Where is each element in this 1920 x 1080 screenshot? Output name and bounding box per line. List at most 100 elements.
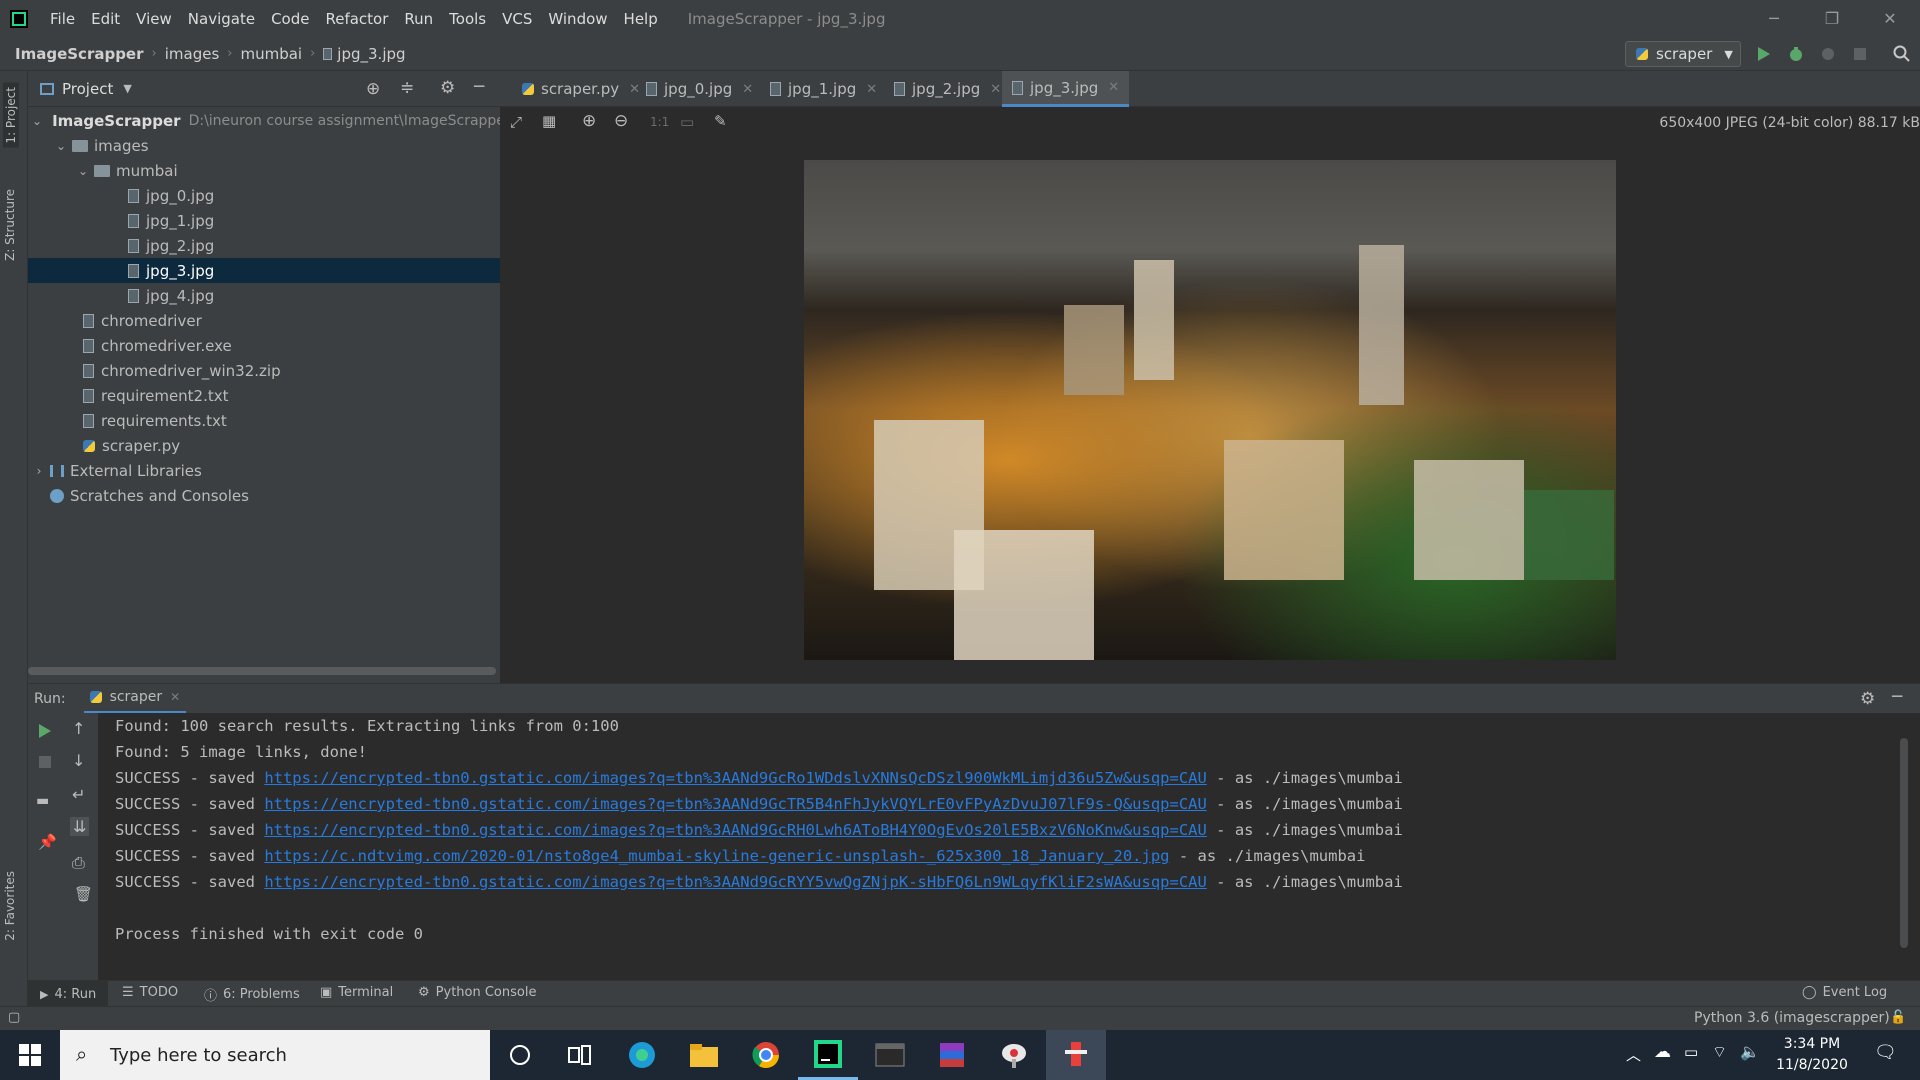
tree-item-jpg-0[interactable]: jpg_0.jpg	[28, 183, 500, 208]
locate-icon[interactable]: ⊕	[366, 79, 380, 99]
color-picker-icon[interactable]: ✎	[714, 112, 727, 130]
tab-jpg-1[interactable]: jpg_1.jpg ✕	[760, 71, 887, 107]
menu-vcs[interactable]: VCS	[494, 10, 540, 28]
stop-button[interactable]	[1848, 43, 1872, 65]
volume-icon[interactable]: 🔈	[1740, 1042, 1760, 1061]
hide-panel-icon[interactable]: ─	[1892, 687, 1902, 707]
console-link[interactable]: https://encrypted-tbn0.gstatic.com/image…	[264, 769, 1207, 787]
edge-browser-icon[interactable]	[612, 1030, 672, 1080]
stop-icon[interactable]	[38, 755, 52, 769]
gear-icon[interactable]: ⚙	[1860, 689, 1875, 709]
tree-item-external-libraries[interactable]: › External Libraries	[28, 458, 500, 483]
tree-item-scraper-py[interactable]: scraper.py	[28, 433, 500, 458]
vertical-scrollbar[interactable]	[1900, 738, 1908, 948]
tree-item-jpg-2[interactable]: jpg_2.jpg	[28, 233, 500, 258]
grid-icon[interactable]: ▦	[542, 112, 556, 130]
restore-button[interactable]: ❐	[1803, 0, 1861, 37]
pin-icon[interactable]: 📌	[38, 833, 57, 851]
actual-size-button[interactable]: 1:1	[650, 115, 669, 129]
layout-icon[interactable]: ▬	[36, 793, 49, 809]
tree-item-mumbai[interactable]: ⌄ mumbai	[28, 158, 500, 183]
menu-navigate[interactable]: Navigate	[180, 10, 263, 28]
soft-wrap-icon[interactable]: ↵	[72, 785, 85, 804]
tree-item-requirements[interactable]: requirements.txt	[28, 408, 500, 433]
tree-item-scratches[interactable]: Scratches and Consoles	[28, 483, 500, 508]
chevron-up-icon[interactable]: ︿	[1626, 1044, 1641, 1065]
zoom-out-icon[interactable]: ⊖	[614, 111, 628, 131]
battery-icon[interactable]: ▭	[1684, 1043, 1698, 1061]
chrome-browser-icon[interactable]	[736, 1030, 796, 1080]
console-link[interactable]: https://encrypted-tbn0.gstatic.com/image…	[264, 821, 1207, 839]
wifi-icon[interactable]: ⌔	[1712, 1042, 1727, 1062]
hide-panel-icon[interactable]: ─	[474, 77, 484, 97]
tab-todo[interactable]: ☰ TODO	[122, 985, 178, 1000]
trash-icon[interactable]: 🗑	[74, 885, 93, 903]
tree-item-chromedriver-zip[interactable]: chromedriver_win32.zip	[28, 358, 500, 383]
collapse-all-icon[interactable]: ≑	[400, 78, 414, 98]
project-view-select[interactable]: Project	[62, 80, 113, 98]
active-app-icon[interactable]	[1046, 1030, 1106, 1080]
menu-file[interactable]: File	[42, 10, 83, 28]
console-link[interactable]: https://encrypted-tbn0.gstatic.com/image…	[264, 795, 1207, 813]
tree-item-chromedriver-exe[interactable]: chromedriver.exe	[28, 333, 500, 358]
fit-zoom-icon[interactable]: ⤢	[510, 113, 522, 131]
search-everywhere-icon[interactable]	[1890, 43, 1914, 65]
tab-terminal[interactable]: ▣ Terminal	[320, 985, 393, 1000]
structure-tool-tab[interactable]: Z: Structure	[3, 189, 17, 261]
fit-window-icon[interactable]: ▭	[680, 113, 694, 131]
menu-tools[interactable]: Tools	[441, 10, 494, 28]
zoom-in-icon[interactable]: ⊕	[582, 111, 596, 131]
menu-run[interactable]: Run	[396, 10, 441, 28]
interpreter-status[interactable]: Python 3.6 (imagescrapper)	[1694, 1010, 1890, 1026]
tab-problems[interactable]: ⓘ 6: Problems	[204, 985, 300, 1004]
tree-item-jpg-3[interactable]: jpg_3.jpg	[28, 258, 500, 283]
minimize-button[interactable]: ─	[1745, 0, 1803, 37]
tab-python-console[interactable]: ⚙ Python Console	[418, 985, 536, 1000]
breadcrumb-file[interactable]: jpg_3.jpg	[337, 45, 405, 63]
gear-icon[interactable]: ⚙	[440, 78, 455, 98]
favorites-tool-tab[interactable]: 2: Favorites	[3, 871, 17, 941]
close-tab-icon[interactable]: ✕	[990, 82, 1001, 97]
taskbar-clock[interactable]: 3:34 PM 11/8/2020	[1772, 1034, 1852, 1076]
menu-edit[interactable]: Edit	[83, 10, 128, 28]
rerun-icon[interactable]	[38, 723, 52, 739]
windows-start-icon[interactable]	[0, 1030, 60, 1080]
snipping-tool-icon[interactable]	[984, 1030, 1044, 1080]
tree-item-project-root[interactable]: ⌄ ImageScrapper D:\ineuron course assign…	[28, 108, 511, 133]
console-link[interactable]: https://encrypted-tbn0.gstatic.com/image…	[264, 873, 1207, 891]
console-link[interactable]: https://c.ndtvimg.com/2020-01/nsto8ge4_m…	[264, 847, 1169, 865]
menu-refactor[interactable]: Refactor	[317, 10, 396, 28]
debug-button[interactable]	[1784, 43, 1808, 65]
toggle-tool-windows-icon[interactable]: ▢	[8, 1010, 20, 1025]
arrow-up-icon[interactable]: ↑	[72, 719, 85, 738]
close-tab-icon[interactable]: ✕	[866, 82, 877, 97]
breadcrumb-project[interactable]: ImageScrapper	[15, 45, 144, 63]
arrow-down-icon[interactable]: ↓	[72, 751, 85, 770]
run-tab-scraper[interactable]: scraper ✕	[83, 684, 187, 714]
run-configuration-select[interactable]: scraper ▼	[1625, 41, 1741, 67]
project-tool-tab[interactable]: 1: Project	[3, 83, 19, 148]
scroll-to-end-icon[interactable]: ⇊	[70, 817, 90, 836]
tab-jpg-0[interactable]: jpg_0.jpg ✕	[636, 71, 763, 107]
print-icon[interactable]: ⎙	[72, 853, 85, 873]
file-explorer-icon[interactable]	[674, 1030, 734, 1080]
close-tab-icon[interactable]: ✕	[1108, 80, 1119, 95]
tree-item-jpg-4[interactable]: jpg_4.jpg	[28, 283, 500, 308]
lock-icon[interactable]: 🔓	[1890, 1010, 1906, 1025]
run-button[interactable]	[1752, 43, 1776, 65]
tree-item-images[interactable]: ⌄ images	[28, 133, 500, 158]
tab-jpg-3[interactable]: jpg_3.jpg ✕	[1002, 71, 1130, 107]
tree-item-chromedriver[interactable]: chromedriver	[28, 308, 500, 333]
onedrive-cloud-icon[interactable]: ☁	[1654, 1042, 1671, 1062]
pycharm-app-icon[interactable]	[798, 1030, 858, 1080]
breadcrumb-images[interactable]: images	[165, 45, 220, 63]
menu-window[interactable]: Window	[540, 10, 615, 28]
coverage-button[interactable]	[1816, 43, 1840, 65]
close-button[interactable]: ✕	[1861, 0, 1919, 37]
task-view-icon[interactable]	[550, 1030, 610, 1080]
dropdown-arrow-icon[interactable]: ▼	[123, 82, 131, 95]
breadcrumb-mumbai[interactable]: mumbai	[240, 45, 302, 63]
tree-item-jpg-1[interactable]: jpg_1.jpg	[28, 208, 500, 233]
menu-help[interactable]: Help	[616, 10, 666, 28]
horizontal-scrollbar[interactable]	[28, 667, 496, 675]
